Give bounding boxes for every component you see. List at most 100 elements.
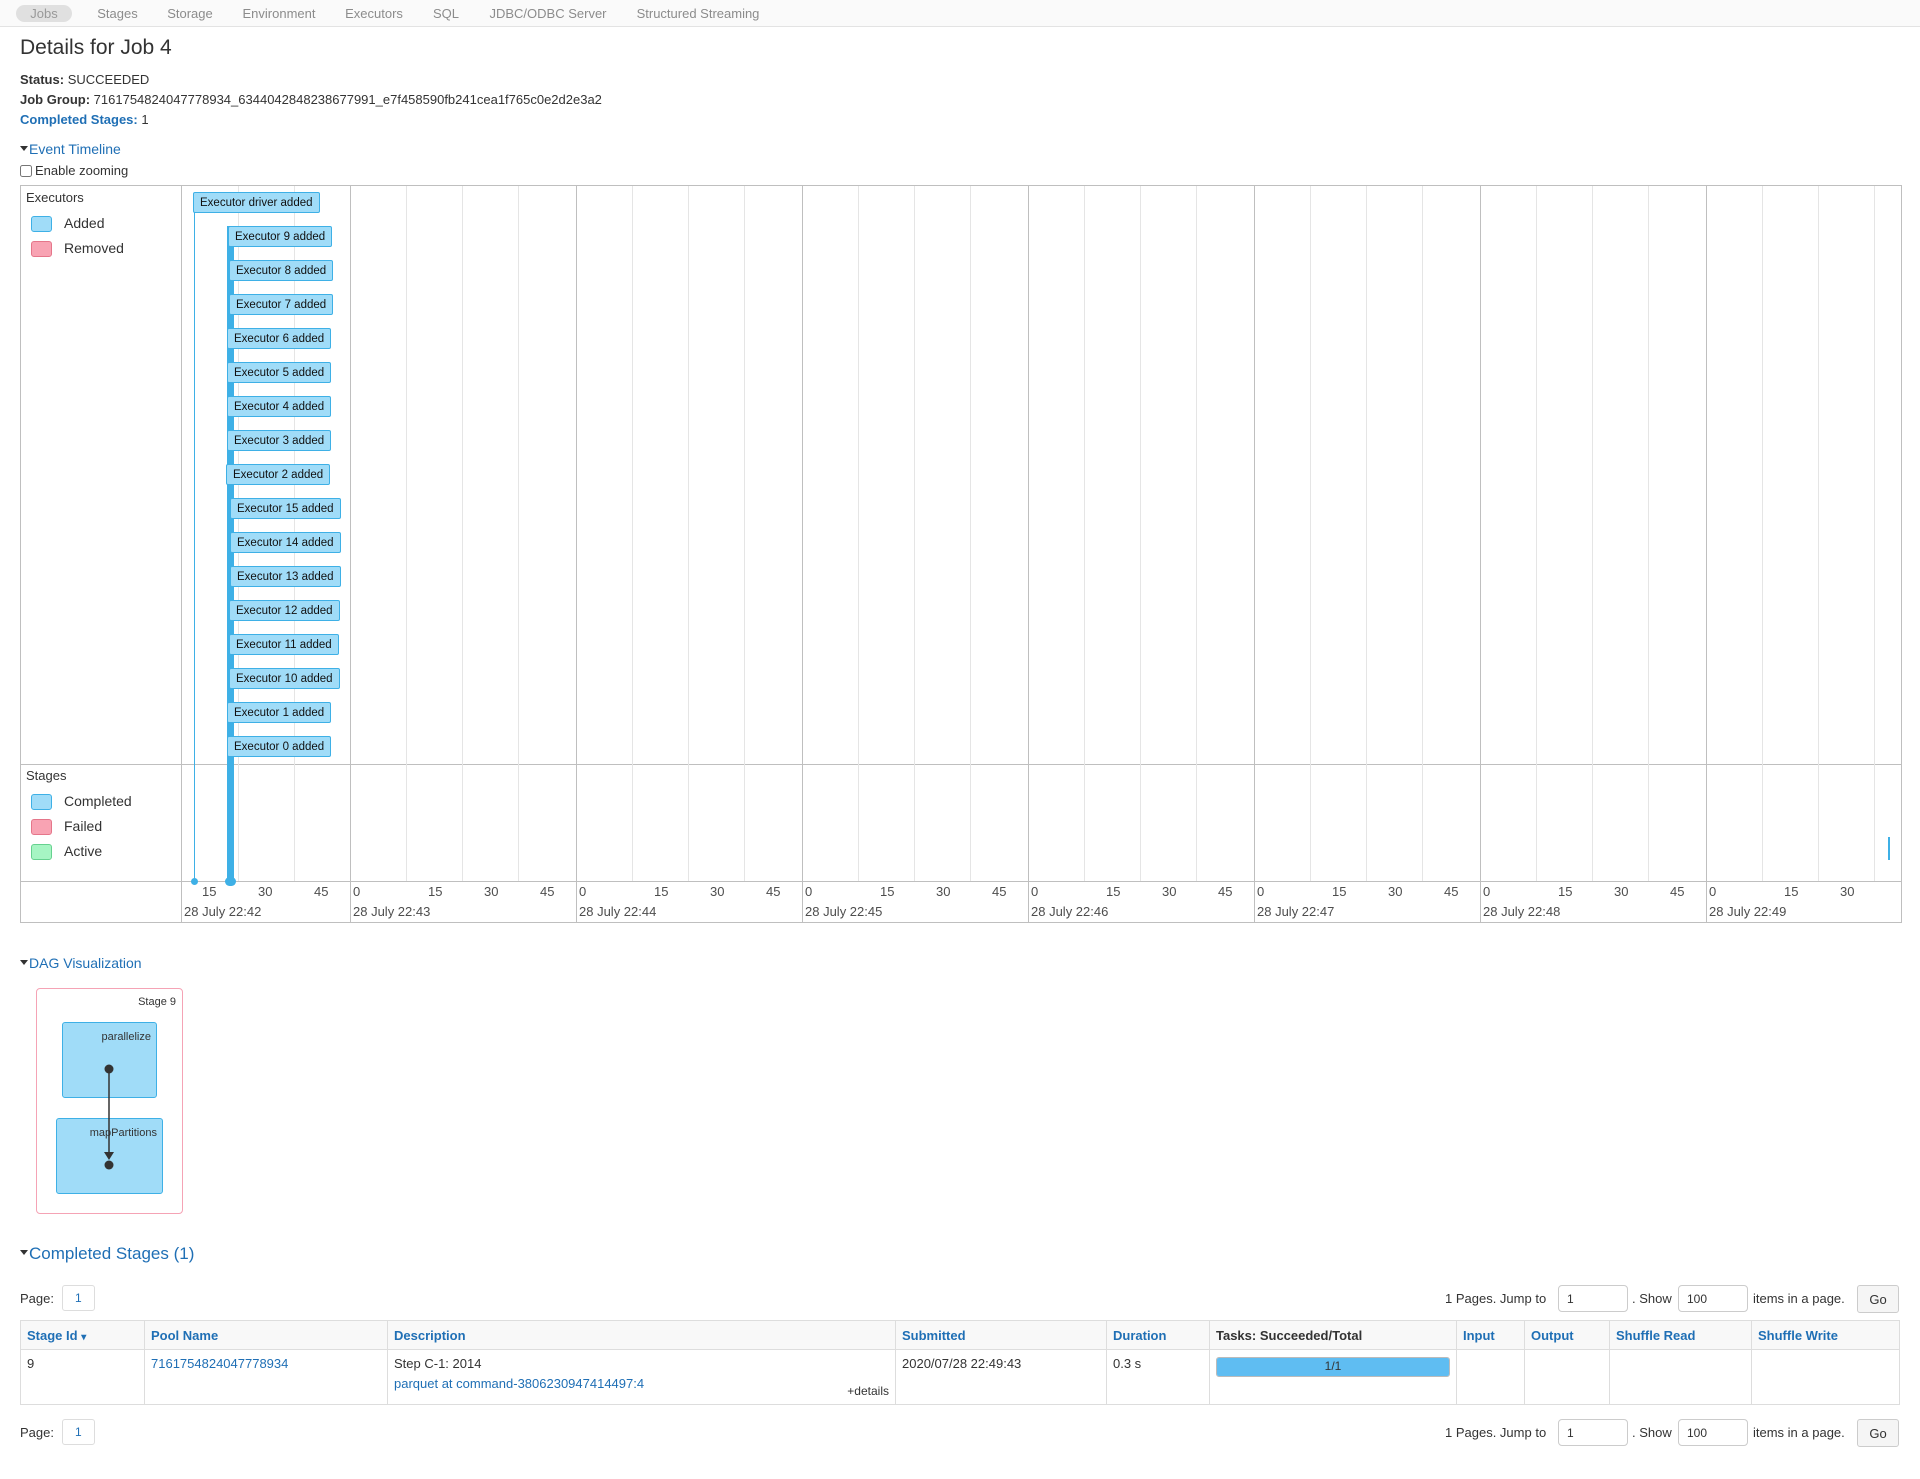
grid-line [914, 186, 915, 881]
status-field: Status: SUCCEEDED [20, 72, 149, 87]
page-title: Details for Job 4 [20, 36, 172, 59]
col-description[interactable]: Description [387, 1320, 896, 1350]
cell-pool-name: 7161754824047778934 [144, 1349, 388, 1405]
grid-line [744, 186, 745, 881]
grid-line [406, 186, 407, 881]
executor-event-box[interactable]: Executor 2 added [226, 464, 331, 485]
executor-event-box[interactable]: Executor 8 added [229, 260, 334, 281]
grid-line [1196, 186, 1197, 881]
pager-bottom-page-1[interactable]: 1 [62, 1419, 95, 1445]
pager-top-page-size-input[interactable] [1678, 1285, 1748, 1312]
executors-event-dot [225, 877, 236, 886]
grid-line [1310, 186, 1311, 881]
tab-storage[interactable]: Storage [160, 5, 220, 22]
col-stage-id[interactable]: Stage Id ▾ [20, 1320, 145, 1350]
legend-completed-label: Completed [64, 793, 132, 809]
enable-zooming-checkbox[interactable] [20, 164, 32, 177]
col-duration[interactable]: Duration [1106, 1320, 1210, 1350]
completed-stages-table: Stage Id ▾ Pool Name Description Submitt… [20, 1320, 1900, 1405]
timeline-plot[interactable]: Executor driver added Executor 9 added E… [182, 186, 1901, 922]
pager-top-label: Page: [20, 1291, 54, 1306]
collapse-triangle-icon [20, 1250, 28, 1256]
tab-jobs[interactable]: Jobs [16, 5, 72, 22]
executor-event-box[interactable]: Executor 0 added [227, 736, 332, 757]
executor-event-box[interactable]: Executor 5 added [227, 362, 332, 383]
cell-tasks: 1/1 [1209, 1349, 1457, 1405]
tab-stages[interactable]: Stages [90, 5, 145, 22]
pager-bottom-jump-input[interactable] [1558, 1419, 1628, 1446]
col-stage-id-label: Stage Id [27, 1327, 78, 1343]
legend-failed: Failed [31, 818, 103, 836]
tab-environment[interactable]: Environment [238, 5, 320, 22]
completed-stages-field: Completed Stages: 1 [20, 112, 149, 127]
col-output[interactable]: Output [1524, 1320, 1610, 1350]
executor-event-box[interactable]: Executor 3 added [227, 430, 332, 451]
pager-bottom-go-button[interactable]: Go [1857, 1419, 1899, 1447]
description-link[interactable]: parquet at command-3806230947414497:4 [394, 1376, 889, 1391]
table-row: 9 7161754824047778934 Step C-1: 2014 par… [20, 1349, 1900, 1405]
pool-name-link[interactable]: 7161754824047778934 [151, 1356, 288, 1371]
pager-bottom-items-text: items in a page. [1753, 1425, 1845, 1440]
grid-line [576, 186, 577, 922]
event-timeline-toggle[interactable]: Event Timeline [20, 141, 121, 157]
col-input[interactable]: Input [1456, 1320, 1525, 1350]
grid-line [632, 186, 633, 881]
grid-line [1762, 186, 1763, 881]
executor-event-box[interactable]: Executor 13 added [230, 566, 341, 587]
pager-top-jump-input[interactable] [1558, 1285, 1628, 1312]
driver-event-dot [191, 878, 198, 885]
tab-jdbc-odbc[interactable]: JDBC/ODBC Server [484, 5, 612, 22]
top-navbar: Jobs Stages Storage Environment Executor… [0, 0, 1920, 27]
axis-minute-label: 28 July 22:43 [353, 904, 431, 919]
grid-line [1480, 186, 1481, 922]
axis-tick-label: 15 [428, 884, 443, 899]
tab-structured-streaming[interactable]: Structured Streaming [630, 5, 766, 22]
cell-submitted: 2020/07/28 22:49:43 [895, 1349, 1107, 1405]
dag-visualization-toggle[interactable]: DAG Visualization [20, 955, 142, 971]
pager-top-pages-text: 1 Pages. Jump to [1445, 1291, 1547, 1306]
executor-event-box[interactable]: Executor 12 added [229, 600, 340, 621]
details-toggle[interactable]: +details [847, 1384, 889, 1398]
legend-failed-label: Failed [64, 818, 103, 834]
axis-tick-label: 0 [1031, 884, 1039, 899]
stage-9-bar[interactable] [1888, 837, 1890, 860]
axis-tick-label: 30 [710, 884, 725, 899]
executor-event-box[interactable]: Executor 1 added [227, 702, 332, 723]
axis-tick-label: 15 [1106, 884, 1121, 899]
pager-bottom-page-size-input[interactable] [1678, 1419, 1748, 1446]
executor-event-box[interactable]: Executor 7 added [229, 294, 334, 315]
axis-tick-label: 45 [766, 884, 781, 899]
axis-minute-label: 28 July 22:47 [1257, 904, 1335, 919]
pager-top-page-1[interactable]: 1 [62, 1285, 95, 1311]
axis-minute-label: 28 July 22:48 [1483, 904, 1561, 919]
executor-event-box[interactable]: Executor 6 added [227, 328, 332, 349]
executors-lane-label: Executors [26, 190, 84, 205]
table-header-row: Stage Id ▾ Pool Name Description Submitt… [20, 1320, 1900, 1350]
col-shuffle-read[interactable]: Shuffle Read [1609, 1320, 1752, 1350]
tab-sql[interactable]: SQL [428, 5, 464, 22]
axis-minute-label: 28 July 22:49 [1709, 904, 1787, 919]
grid-line [1536, 186, 1537, 881]
executor-event-box[interactable]: Executor driver added [193, 192, 320, 213]
col-submitted[interactable]: Submitted [895, 1320, 1107, 1350]
pager-top-go-button[interactable]: Go [1857, 1285, 1899, 1313]
axis-tick-label: 45 [1444, 884, 1459, 899]
pager-bottom-show-text: . Show [1632, 1425, 1672, 1440]
completed-stages-link[interactable]: Completed Stages: [20, 112, 138, 127]
axis-tick-label: 30 [936, 884, 951, 899]
legend-active: Active [31, 843, 102, 861]
executor-event-box[interactable]: Executor 11 added [229, 634, 339, 655]
axis-tick-label: 0 [579, 884, 587, 899]
col-shuffle-write[interactable]: Shuffle Write [1751, 1320, 1900, 1350]
executor-event-box[interactable]: Executor 4 added [227, 396, 332, 417]
tab-executors[interactable]: Executors [340, 5, 408, 22]
executor-event-box[interactable]: Executor 15 added [230, 498, 341, 519]
completed-stages-toggle[interactable]: Completed Stages (1) [20, 1244, 194, 1264]
executor-event-box[interactable]: Executor 10 added [229, 668, 340, 689]
executor-event-box[interactable]: Executor 14 added [230, 532, 341, 553]
executor-event-box[interactable]: Executor 9 added [228, 226, 333, 247]
col-pool-name[interactable]: Pool Name [144, 1320, 388, 1350]
axis-tick-label: 30 [1614, 884, 1629, 899]
dag-stage-cluster[interactable]: Stage 9 parallelize mapPartitions [36, 988, 183, 1214]
sort-desc-icon: ▾ [81, 1331, 87, 1343]
